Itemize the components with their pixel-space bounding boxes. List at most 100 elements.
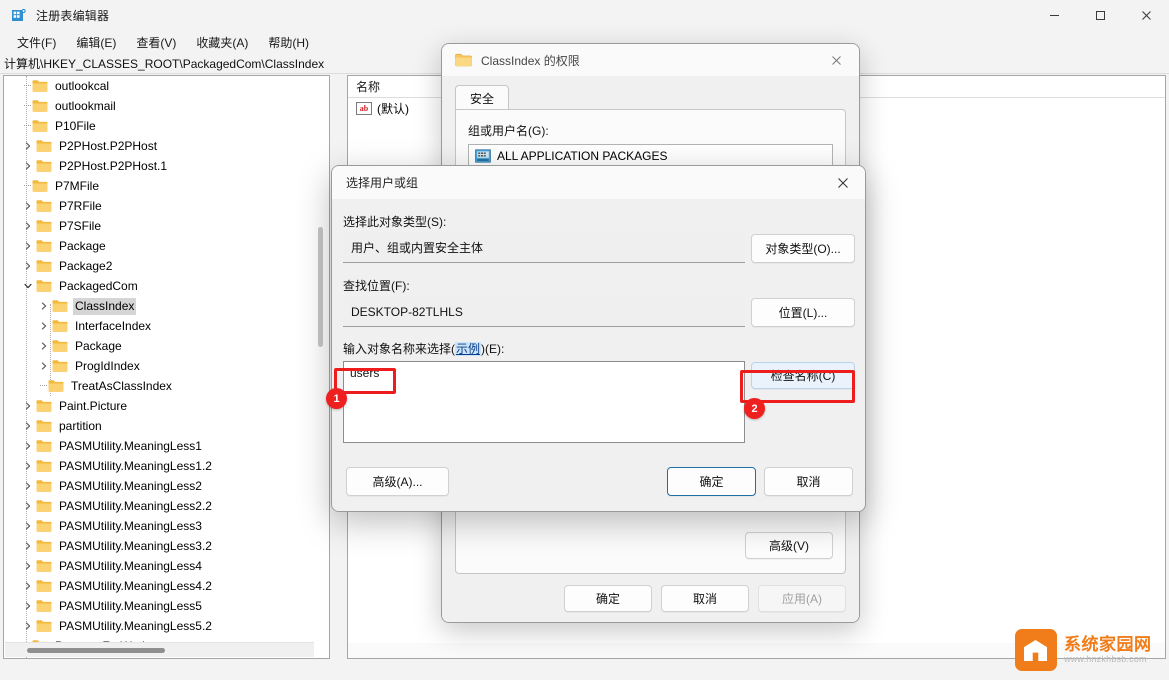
annotation-badge-1: 1 bbox=[326, 388, 347, 409]
tree-item-p7mfile[interactable]: P7MFile bbox=[4, 176, 315, 196]
tree-item-label: PASMUtility.MeaningLess5.2 bbox=[59, 618, 212, 633]
select-cancel-button[interactable]: 取消 bbox=[764, 467, 853, 496]
menu-favorites[interactable]: 收藏夹(A) bbox=[187, 32, 257, 53]
tab-security[interactable]: 安全 bbox=[455, 85, 510, 111]
tree-item-packagedcom[interactable]: PackagedCom bbox=[4, 276, 315, 296]
tree-item-pasmutility-meaningless2[interactable]: PASMUtility.MeaningLess2 bbox=[4, 476, 315, 496]
chevron-right-icon[interactable] bbox=[20, 216, 36, 236]
names-input[interactable]: users bbox=[343, 361, 745, 443]
tree-hscroll-thumb[interactable] bbox=[27, 648, 165, 653]
chevron-right-icon[interactable] bbox=[20, 236, 36, 256]
chevron-down-icon[interactable] bbox=[20, 276, 36, 296]
chevron-right-icon[interactable] bbox=[20, 556, 36, 576]
permissions-close-button[interactable] bbox=[814, 44, 859, 77]
tree-vertical-scrollbar[interactable] bbox=[313, 77, 328, 642]
select-ok-button[interactable]: 确定 bbox=[667, 467, 756, 496]
permissions-cancel-button[interactable]: 取消 bbox=[661, 584, 749, 612]
tree-item-paint-picture[interactable]: Paint.Picture bbox=[4, 396, 315, 416]
tree-item-package[interactable]: Package bbox=[4, 236, 315, 256]
tree-item-partition[interactable]: partition bbox=[4, 416, 315, 436]
chevron-right-icon[interactable] bbox=[20, 476, 36, 496]
folder-icon bbox=[36, 519, 52, 533]
location-field[interactable]: DESKTOP-82TLHLS bbox=[343, 297, 745, 327]
tree-item-pasmutility-meaningless3[interactable]: PASMUtility.MeaningLess3 bbox=[4, 516, 315, 536]
chevron-right-icon[interactable] bbox=[20, 156, 36, 176]
registry-path: 计算机\HKEY_CLASSES_ROOT\PackagedCom\ClassI… bbox=[4, 57, 325, 71]
advanced-button[interactable]: 高级(A)... bbox=[346, 467, 449, 496]
menu-edit[interactable]: 编辑(E) bbox=[67, 32, 125, 53]
chevron-right-icon[interactable] bbox=[36, 336, 52, 356]
tree-item-outlookmail[interactable]: outlookmail bbox=[4, 96, 315, 116]
chevron-right-icon[interactable] bbox=[36, 356, 52, 376]
minimize-button[interactable] bbox=[1031, 0, 1077, 31]
tree-item-package2[interactable]: Package2 bbox=[4, 256, 315, 276]
tree-item-pasmutility-meaningless5-2[interactable]: PASMUtility.MeaningLess5.2 bbox=[4, 616, 315, 636]
tree-item-p7sfile[interactable]: P7SFile bbox=[4, 216, 315, 236]
check-names-button[interactable]: 检查名称(C) bbox=[751, 362, 855, 389]
tree-item-pasmutility-meaningless3-2[interactable]: PASMUtility.MeaningLess3.2 bbox=[4, 536, 315, 556]
close-button[interactable] bbox=[1123, 0, 1169, 31]
chevron-right-icon[interactable] bbox=[20, 456, 36, 476]
chevron-right-icon[interactable] bbox=[20, 516, 36, 536]
tree-item-pasmutility-meaningless4-2[interactable]: PASMUtility.MeaningLess4.2 bbox=[4, 576, 315, 596]
tree-item-p7rfile[interactable]: P7RFile bbox=[4, 196, 315, 216]
tree-item-treatasclassindex[interactable]: TreatAsClassIndex bbox=[4, 376, 315, 396]
folder-icon bbox=[36, 239, 52, 253]
folder-icon bbox=[32, 79, 48, 93]
tree-item-classindex[interactable]: ClassIndex bbox=[4, 296, 315, 316]
folder-icon bbox=[36, 139, 52, 153]
registry-tree-pane[interactable]: outlookcal outlookmail P10File P2PHost.P2PH… bbox=[3, 75, 330, 659]
location-button[interactable]: 位置(L)... bbox=[751, 298, 855, 327]
window-title: 注册表编辑器 bbox=[36, 9, 110, 23]
chevron-right-icon[interactable] bbox=[20, 416, 36, 436]
permissions-ok-button[interactable]: 确定 bbox=[564, 584, 652, 612]
menu-view[interactable]: 查看(V) bbox=[127, 32, 185, 53]
chevron-right-icon[interactable] bbox=[20, 396, 36, 416]
tree-item-pasmutility-meaningless4[interactable]: PASMUtility.MeaningLess4 bbox=[4, 556, 315, 576]
object-type-button[interactable]: 对象类型(O)... bbox=[751, 234, 855, 263]
tree-item-label: PASMUtility.MeaningLess1 bbox=[59, 438, 202, 453]
tree-leaf-marker bbox=[20, 76, 32, 96]
folder-icon bbox=[36, 199, 52, 213]
folder-icon bbox=[36, 259, 52, 273]
chevron-right-icon[interactable] bbox=[20, 196, 36, 216]
chevron-right-icon[interactable] bbox=[20, 616, 36, 636]
tree-item-outlookcal[interactable]: outlookcal bbox=[4, 76, 315, 96]
tree-item-p2phost-p2phost-1[interactable]: P2PHost.P2PHost.1 bbox=[4, 156, 315, 176]
tree-vscroll-thumb[interactable] bbox=[318, 227, 323, 347]
tree-item-pasmutility-meaningless5[interactable]: PASMUtility.MeaningLess5 bbox=[4, 596, 315, 616]
chevron-right-icon[interactable] bbox=[20, 256, 36, 276]
tree-item-label: PASMUtility.MeaningLess4.2 bbox=[59, 578, 212, 593]
tree-item-label: PASMUtility.MeaningLess2.2 bbox=[59, 498, 212, 513]
folder-icon bbox=[36, 419, 52, 433]
tree-item-pasmutility-meaningless1-2[interactable]: PASMUtility.MeaningLess1.2 bbox=[4, 456, 315, 476]
chevron-right-icon[interactable] bbox=[36, 316, 52, 336]
tree-item-pasmutility-meaningless2-2[interactable]: PASMUtility.MeaningLess2.2 bbox=[4, 496, 315, 516]
chevron-right-icon[interactable] bbox=[20, 436, 36, 456]
tree-item-interfaceindex[interactable]: InterfaceIndex bbox=[4, 316, 315, 336]
example-link[interactable]: 示例 bbox=[455, 342, 482, 356]
tree-horizontal-scrollbar[interactable] bbox=[5, 642, 314, 657]
tree-item-progidindex[interactable]: ProgIdIndex bbox=[4, 356, 315, 376]
object-type-field[interactable]: 用户、组或内置安全主体 bbox=[343, 233, 745, 263]
chevron-right-icon[interactable] bbox=[20, 536, 36, 556]
tree-item-label: P2PHost.P2PHost.1 bbox=[59, 158, 168, 173]
registry-tree[interactable]: outlookcal outlookmail P10File P2PHost.P2PH… bbox=[4, 76, 315, 656]
menu-file[interactable]: 文件(F) bbox=[8, 32, 65, 53]
chevron-right-icon[interactable] bbox=[20, 596, 36, 616]
chevron-right-icon[interactable] bbox=[20, 496, 36, 516]
tree-item-p10file[interactable]: P10File bbox=[4, 116, 315, 136]
tree-item-p2phost-p2phost[interactable]: P2PHost.P2PHost bbox=[4, 136, 315, 156]
tree-item-label: ClassIndex bbox=[73, 297, 137, 315]
select-dialog-close-button[interactable] bbox=[820, 166, 865, 199]
tree-item-package[interactable]: Package bbox=[4, 336, 315, 356]
chevron-right-icon[interactable] bbox=[20, 576, 36, 596]
select-dialog-title: 选择用户或组 bbox=[346, 176, 419, 190]
list-item[interactable]: ALL APPLICATION PACKAGES bbox=[469, 145, 832, 167]
maximize-button[interactable] bbox=[1077, 0, 1123, 31]
menu-help[interactable]: 帮助(H) bbox=[259, 32, 318, 53]
tree-item-pasmutility-meaningless1[interactable]: PASMUtility.MeaningLess1 bbox=[4, 436, 315, 456]
chevron-right-icon[interactable] bbox=[36, 296, 52, 316]
chevron-right-icon[interactable] bbox=[20, 136, 36, 156]
advanced-button[interactable]: 高级(V) bbox=[745, 532, 833, 559]
